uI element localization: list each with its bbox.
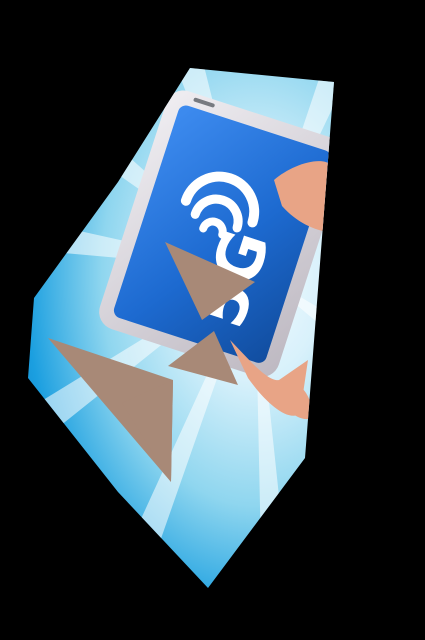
- photo-scene: 5G: [0, 0, 425, 640]
